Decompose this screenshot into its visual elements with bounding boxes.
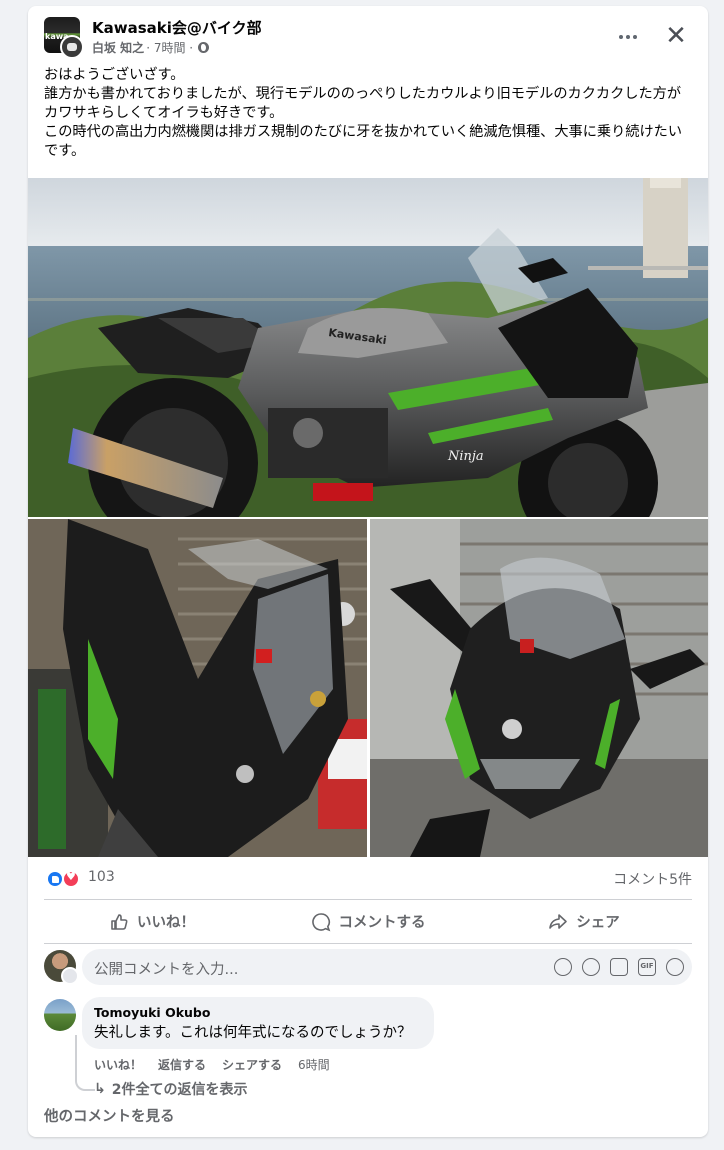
comment-composer: 公開コメントを入力... GIF bbox=[44, 949, 692, 985]
commenter-name[interactable]: Tomoyuki Okubo bbox=[94, 1005, 422, 1021]
author-avatar[interactable] bbox=[60, 35, 84, 59]
share-label: シェア bbox=[576, 915, 620, 931]
post-meta: 白坂 知之 · 7時間 · bbox=[92, 39, 210, 56]
view-replies-link[interactable]: ↳ 2件全ての返信を表示 bbox=[94, 1079, 247, 1099]
photo-left-image bbox=[28, 519, 367, 857]
dot-icon bbox=[626, 35, 630, 39]
comment-icon bbox=[311, 912, 330, 931]
group-name-link[interactable]: Kawasaki会@バイク部 bbox=[92, 17, 262, 38]
post-header: kawa Kawasaki会@バイク部 白坂 知之 · 7時間 · ✕ bbox=[44, 17, 692, 59]
author-name-link[interactable]: 白坂 知之 bbox=[92, 39, 144, 56]
dot-icon bbox=[633, 35, 637, 39]
reaction-icons[interactable] bbox=[44, 868, 84, 888]
photo-ninja-front-right[interactable] bbox=[370, 519, 708, 857]
comment-time[interactable]: 6時間 bbox=[298, 1056, 330, 1073]
like-button[interactable]: いいね！ bbox=[44, 900, 260, 943]
action-bar: いいね！ コメントする シェア bbox=[44, 899, 692, 944]
photo-main-image: Kawasaki Ninja bbox=[28, 178, 708, 517]
photo-ninja-front-left[interactable] bbox=[28, 519, 367, 857]
comment-button[interactable]: コメントする bbox=[260, 900, 476, 943]
more-options-button[interactable] bbox=[614, 23, 642, 51]
post-time[interactable]: · 7時間 · bbox=[146, 39, 193, 56]
avatar-sticker-icon[interactable] bbox=[554, 958, 572, 976]
group-avatar-wrap[interactable]: kawa bbox=[44, 17, 84, 59]
close-button[interactable]: ✕ bbox=[660, 21, 692, 53]
more-comments-link[interactable]: 他のコメントを見る bbox=[44, 1105, 175, 1126]
post-card: kawa Kawasaki会@バイク部 白坂 知之 · 7時間 · ✕ おはよう… bbox=[28, 6, 708, 1137]
globe-icon bbox=[198, 42, 210, 53]
dot-icon bbox=[619, 35, 623, 39]
comment-text: 失礼します。これは何年式になるのでしょうか？ bbox=[94, 1025, 412, 1041]
post-text: おはようございざす。 誰方かも書かれておりましたが、現行モデルののっぺりしたカウ… bbox=[44, 67, 683, 159]
commenter-avatar[interactable] bbox=[44, 999, 76, 1031]
comment-count[interactable]: コメント5件 bbox=[613, 869, 692, 889]
share-icon bbox=[549, 913, 568, 929]
comment-reply-link[interactable]: 返信する bbox=[158, 1056, 206, 1073]
thread-line bbox=[75, 1035, 95, 1091]
sticker-icon[interactable] bbox=[666, 958, 684, 976]
view-replies-label: 2件全ての返信を表示 bbox=[111, 1082, 248, 1098]
comment-share-link[interactable]: シェアする bbox=[222, 1056, 282, 1073]
thumbs-up-icon bbox=[111, 913, 128, 930]
composer-icons: GIF bbox=[554, 958, 684, 976]
reaction-count[interactable]: 103 bbox=[88, 869, 115, 885]
reply-arrow-icon: ↳ bbox=[94, 1081, 106, 1097]
like-label: いいね！ bbox=[137, 915, 195, 931]
share-button[interactable]: シェア bbox=[476, 900, 692, 943]
camera-icon[interactable] bbox=[610, 958, 628, 976]
love-reaction-icon bbox=[62, 870, 80, 888]
comment-label: コメントする bbox=[338, 915, 426, 931]
comment-bubble: Tomoyuki Okubo 失礼します。これは何年式になるのでしょうか？ bbox=[82, 997, 434, 1049]
comment-like-link[interactable]: いいね！ bbox=[94, 1056, 142, 1073]
post-stats: 103 コメント5件 bbox=[44, 866, 692, 890]
photo-kawasaki-ninja-h2-sx-seaside[interactable]: Kawasaki Ninja bbox=[28, 178, 708, 517]
emoji-icon[interactable] bbox=[582, 958, 600, 976]
photo-right-image bbox=[370, 519, 708, 857]
gif-icon[interactable]: GIF bbox=[638, 958, 656, 976]
comment-actions: いいね！ 返信する シェアする 6時間 bbox=[94, 1056, 330, 1073]
current-user-avatar[interactable] bbox=[44, 950, 79, 985]
cowl-text: Ninja bbox=[447, 449, 484, 464]
